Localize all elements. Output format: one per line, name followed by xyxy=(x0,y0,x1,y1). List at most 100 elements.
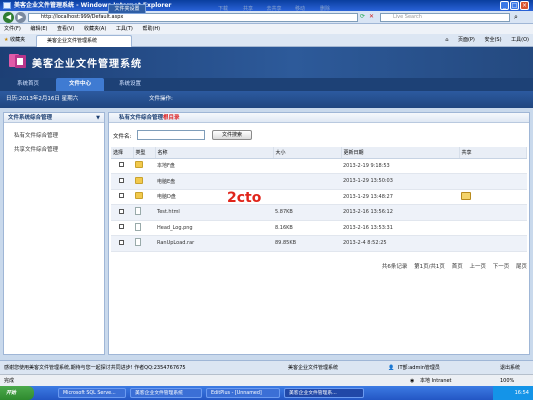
move-button[interactable]: 移动 xyxy=(289,4,311,14)
file-size xyxy=(273,158,341,174)
sidebar-title-text: 文件系统综合管理 xyxy=(8,115,53,121)
sidebar-item-private[interactable]: 私有文件综合管理 xyxy=(14,131,58,139)
table-row[interactable]: Head_Log.png 8.16KB 2013-2-16 13:53:31 xyxy=(111,220,527,236)
tab-settings[interactable]: 系统设置 xyxy=(108,78,152,91)
user-icon: 👤 xyxy=(388,365,395,371)
favorites-bar: ★ 收藏夹 美客企业文件管理系统 ⌂ 页面(P) 安全(S) 工具(O) xyxy=(0,34,533,47)
unshare-button[interactable]: 去共享 xyxy=(262,4,286,14)
collapse-icon[interactable]: ▼ xyxy=(96,113,100,123)
refresh-icon[interactable]: ⟳ xyxy=(360,13,365,20)
sidebar-item-shared[interactable]: 共享文件综合管理 xyxy=(14,145,58,153)
watermark-text: 2cto xyxy=(227,190,262,205)
task-editplus[interactable]: EditPlus - [Unnamed] xyxy=(206,388,280,398)
maximize-button[interactable]: □ xyxy=(510,1,519,10)
menu-file[interactable]: 文件(F) xyxy=(4,26,21,32)
search-icon[interactable]: ⌕ xyxy=(514,13,518,22)
favorites-label[interactable]: 收藏夹 xyxy=(10,37,25,43)
prev-page-link[interactable]: 上一页 xyxy=(469,264,486,270)
row-checkbox[interactable] xyxy=(119,239,124,245)
table-row[interactable]: Test.html 5.87KB 2013-2-16 13:56:12 xyxy=(111,204,527,221)
file-date: 2013-1-29 13:48:27 xyxy=(341,189,459,205)
tools-menu[interactable]: 工具(O) xyxy=(511,37,529,43)
delete-button[interactable]: 删除 xyxy=(314,4,336,14)
menu-favorites[interactable]: 收藏夹(A) xyxy=(84,26,106,32)
task-sqlserver[interactable]: Microsoft SQL Serve... xyxy=(58,388,126,398)
status-message: 感谢您使用美客文件管理系统,期待与您一起探讨共同进步! 作者QQ:2354767… xyxy=(4,365,186,371)
menu-edit[interactable]: 编辑(E) xyxy=(30,26,47,32)
shared-folder-icon xyxy=(461,191,471,200)
stop-icon[interactable]: ✕ xyxy=(369,13,374,20)
file-search-button[interactable]: 文件搜索 xyxy=(212,130,252,140)
folder-icon xyxy=(135,192,143,200)
date-display: 日历:2013年2月16日 星期六 xyxy=(6,96,79,102)
col-type: 类型 xyxy=(133,147,156,159)
browser-tab[interactable]: 美客企业文件管理系统 xyxy=(36,35,132,47)
panel-title: 私有文件综合管理 xyxy=(119,115,164,121)
task-app-2[interactable]: 美客企业文件管理系... xyxy=(284,388,364,398)
col-select: 选择 xyxy=(111,147,134,159)
row-checkbox[interactable] xyxy=(119,193,124,199)
table-row[interactable]: 本地F盘 2013-2-19 9:18:53 xyxy=(111,158,527,174)
system-tray: 16:54 xyxy=(493,386,533,400)
menu-help[interactable]: 帮助(H) xyxy=(142,26,160,32)
next-page-link[interactable]: 下一页 xyxy=(493,264,510,270)
file-name[interactable]: Test.html xyxy=(155,204,273,221)
col-share: 共享 xyxy=(459,147,527,159)
file-table: 选择 类型 名称 大小 更新日期 共享 本地F盘 2013-2-19 9:18:… xyxy=(111,147,527,252)
row-checkbox[interactable] xyxy=(119,208,124,214)
start-label: 开始 xyxy=(6,390,17,396)
record-count: 共6条记录 xyxy=(381,264,408,270)
minimize-button[interactable]: _ xyxy=(500,1,509,10)
filename-search-input[interactable] xyxy=(137,130,205,140)
file-size xyxy=(273,189,341,205)
address-input[interactable]: http://localhost:999/Default.aspx xyxy=(28,13,358,22)
share-button[interactable]: 共享 xyxy=(237,4,259,14)
menu-bar: 文件(F) 编辑(E) 查看(V) 收藏夹(A) 工具(T) 帮助(H) xyxy=(0,24,533,34)
page-menu[interactable]: 页面(P) xyxy=(458,37,475,43)
table-header-row: 选择 类型 名称 大小 更新日期 共享 xyxy=(111,147,527,159)
first-page-link[interactable]: 首页 xyxy=(452,264,463,270)
star-icon[interactable]: ★ xyxy=(4,37,8,43)
file-name[interactable]: 电脑E盘 xyxy=(155,173,273,190)
status-user: IT部:admin管理员 xyxy=(398,365,440,371)
download-button[interactable]: 下载 xyxy=(212,4,234,14)
menu-tools[interactable]: 工具(T) xyxy=(116,26,133,32)
file-name[interactable]: RanUpLoad.rar xyxy=(155,235,273,252)
logout-link[interactable]: 退出系统 xyxy=(500,361,520,375)
safety-menu[interactable]: 安全(S) xyxy=(484,37,501,43)
browser-tab-label: 美客企业文件管理系统 xyxy=(47,38,98,44)
col-size[interactable]: 大小 xyxy=(273,147,342,159)
col-name[interactable]: 名称 xyxy=(155,147,274,159)
file-date: 2013-2-16 13:56:12 xyxy=(341,204,459,221)
tab-file-center[interactable]: 文件中心 xyxy=(56,78,104,91)
tab-home[interactable]: 系统首页 xyxy=(6,78,50,91)
status-app-name: 美客企业文件管理系统 xyxy=(288,365,339,371)
taskbar: 开始 Microsoft SQL Serve... 美客企业文件管理系统 Edi… xyxy=(0,386,533,400)
col-date[interactable]: 更新日期 xyxy=(341,147,460,159)
close-button[interactable]: × xyxy=(520,1,529,10)
file-name[interactable]: Head_Log.png xyxy=(155,220,273,236)
last-page-link[interactable]: 尾页 xyxy=(516,264,527,270)
forward-icon[interactable]: ▶ xyxy=(15,12,26,23)
clock: 16:54 xyxy=(514,390,529,396)
file-ops-label: 文件操作: xyxy=(149,96,173,102)
row-checkbox[interactable] xyxy=(119,177,124,183)
row-checkbox[interactable] xyxy=(119,224,124,230)
file-size: 89.85KB xyxy=(273,235,341,252)
search-input[interactable]: Live Search xyxy=(380,13,510,22)
back-icon[interactable]: ◀ xyxy=(3,12,14,23)
row-checkbox[interactable] xyxy=(119,162,124,168)
menu-view[interactable]: 查看(V) xyxy=(57,26,74,32)
task-app-1[interactable]: 美客企业文件管理系统 xyxy=(130,388,202,398)
app-logo xyxy=(9,54,26,68)
folder-settings-button[interactable]: 文件夹设置 xyxy=(108,4,146,14)
table-row[interactable]: RanUpLoad.rar 89.85KB 2013-2-4 8:52:25 xyxy=(111,235,527,252)
file-icon xyxy=(135,207,141,216)
file-icon xyxy=(135,238,141,247)
filename-label: 文件名: xyxy=(113,134,132,140)
file-name[interactable]: 本地F盘 xyxy=(155,158,273,174)
table-row[interactable]: 电脑E盘 2013-1-29 13:50:03 xyxy=(111,173,527,190)
table-row[interactable]: 电脑D盘 2013-1-29 13:48:27 xyxy=(111,189,527,205)
start-button[interactable]: 开始 xyxy=(0,386,34,400)
home-icon[interactable]: ⌂ xyxy=(445,37,448,43)
